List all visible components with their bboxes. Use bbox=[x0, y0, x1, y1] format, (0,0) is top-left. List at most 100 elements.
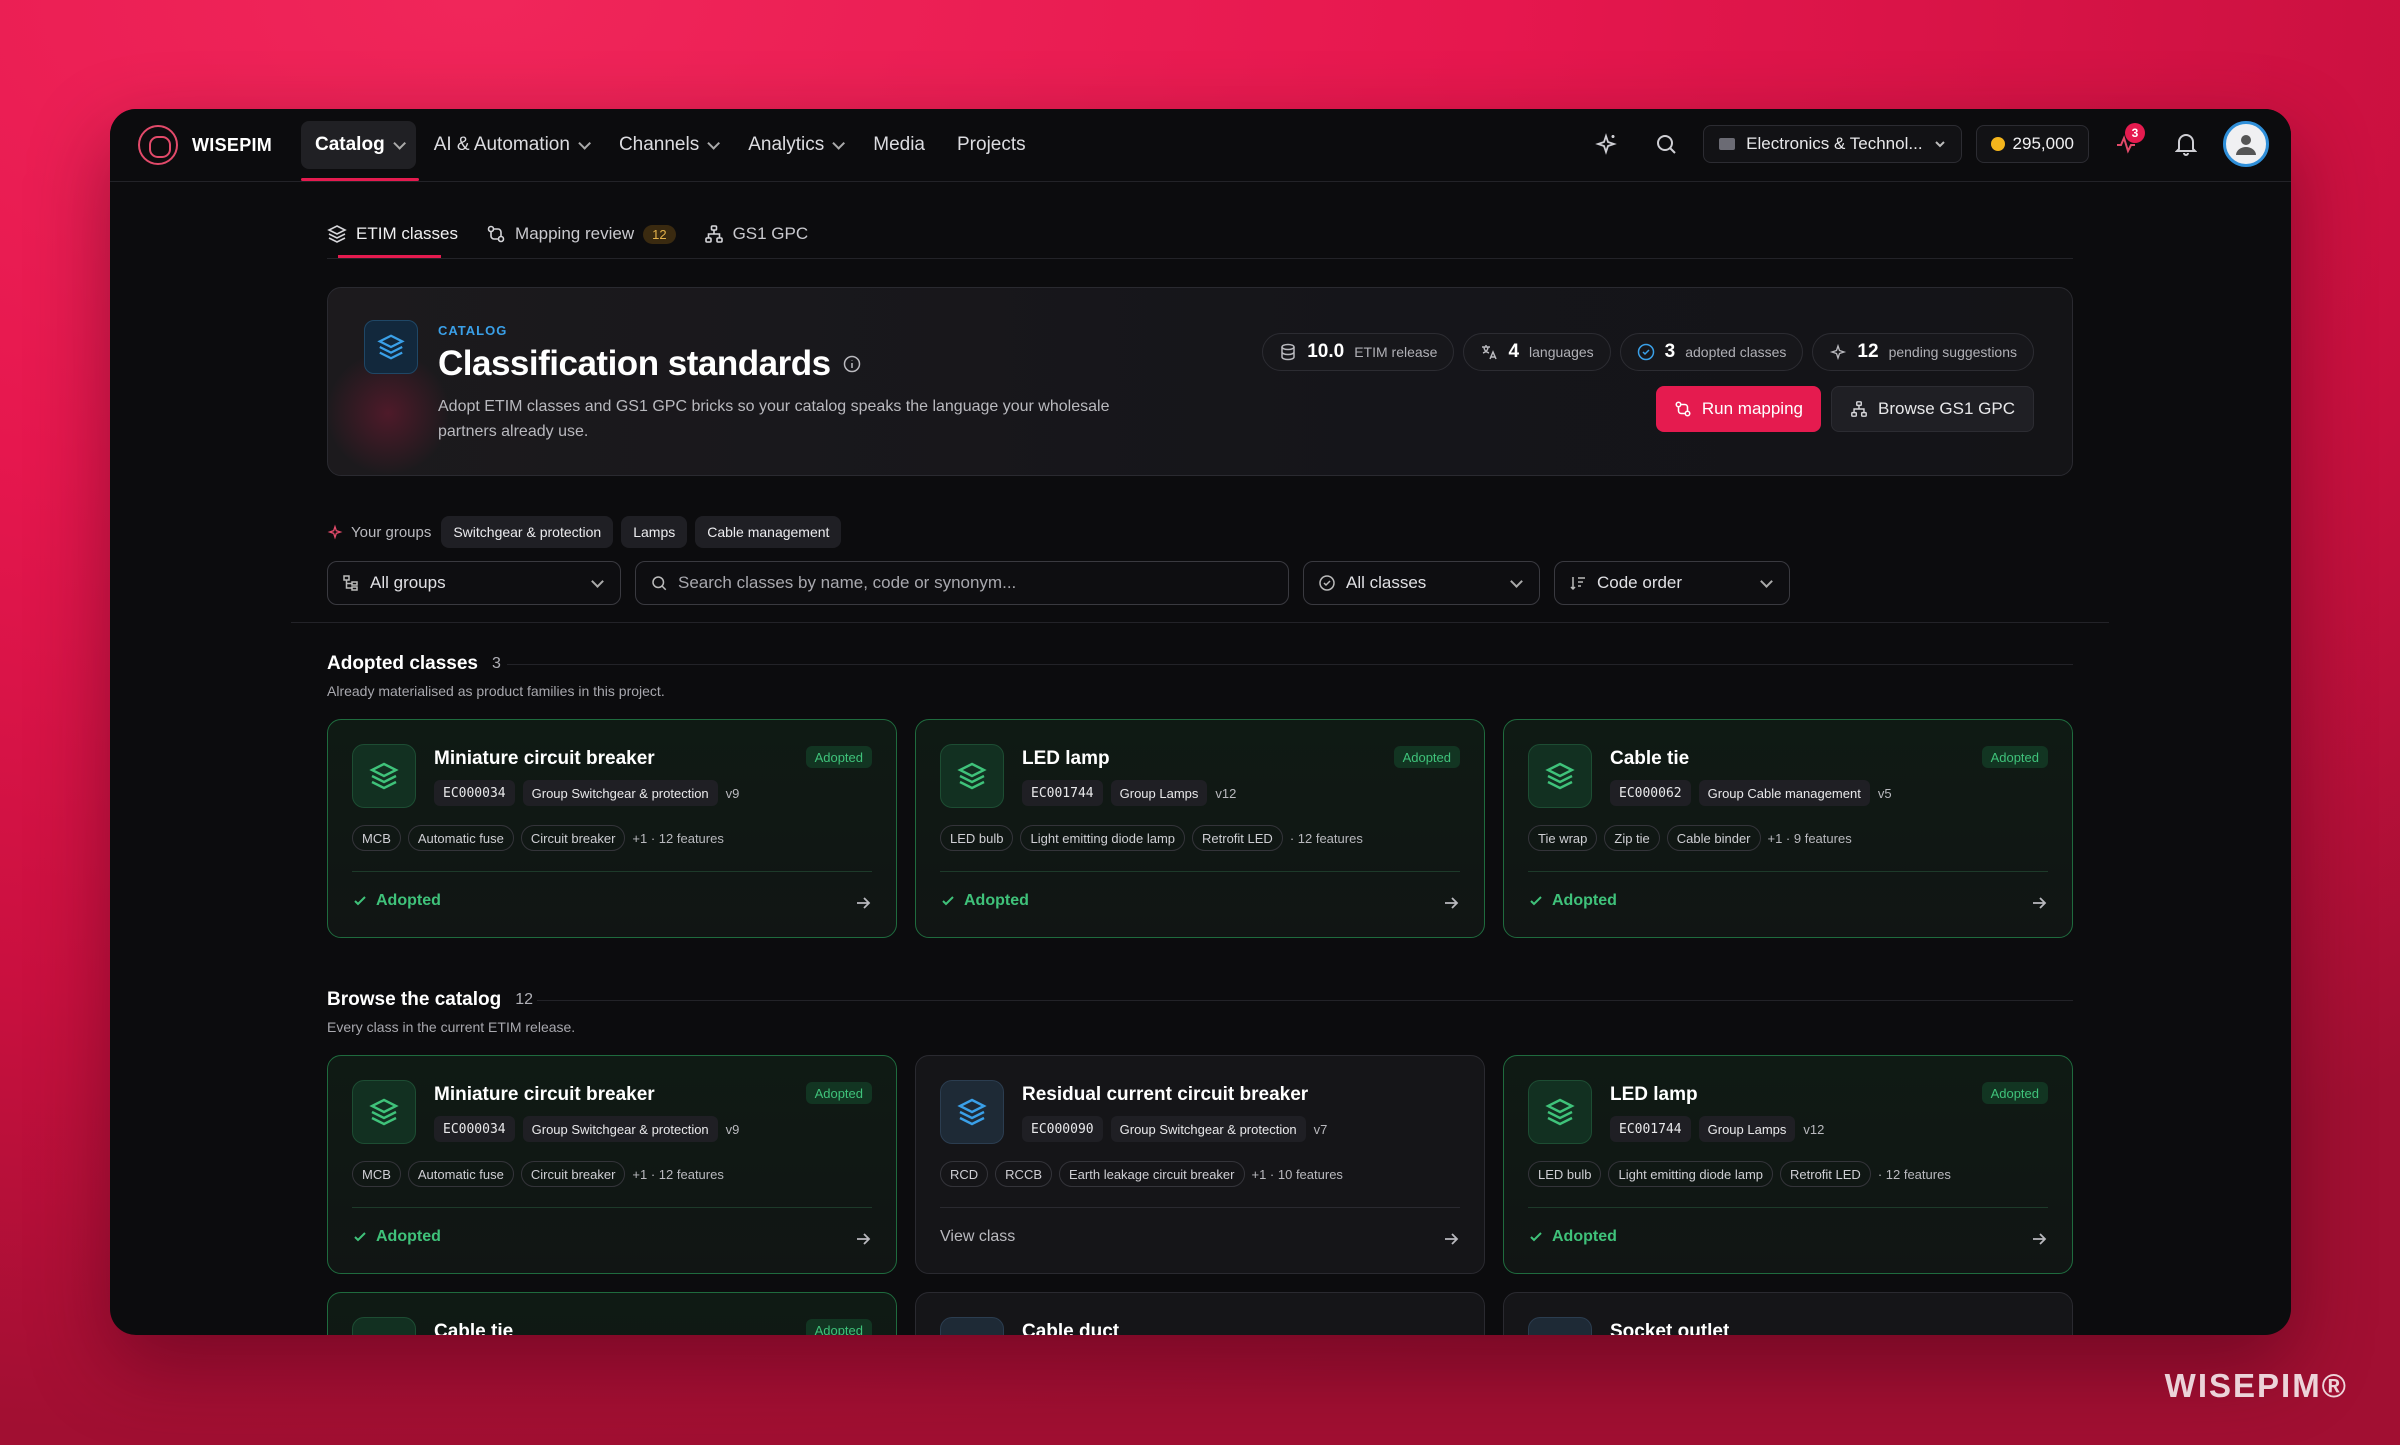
info-icon[interactable] bbox=[843, 355, 861, 373]
chevron-down-icon bbox=[392, 136, 406, 150]
card-divider bbox=[352, 871, 872, 872]
mapping-icon bbox=[487, 225, 505, 243]
filters-divider bbox=[291, 622, 2109, 623]
group-chip[interactable]: Lamps bbox=[621, 516, 688, 548]
menu-label: Channels bbox=[618, 134, 700, 155]
synonym-chip: Circuit breaker bbox=[520, 825, 626, 851]
arrow-right-icon[interactable] bbox=[1442, 1230, 1460, 1248]
search-input[interactable]: Search classes by name, code or synonym.… bbox=[635, 561, 1289, 605]
hero-eyebrow: CATALOG bbox=[438, 323, 508, 338]
class-card[interactable]: Cable tie Adopted bbox=[327, 1292, 897, 1335]
class-card[interactable]: Miniature circuit breaker Adopted EC000034… bbox=[327, 1055, 897, 1274]
layers-icon bbox=[364, 320, 418, 374]
workspace-label: Electronics & Technol... bbox=[1746, 134, 1923, 153]
card-title: Miniature circuit breaker bbox=[434, 1084, 655, 1105]
card-title: Residual current circuit breaker bbox=[1022, 1084, 1309, 1105]
menu-projects[interactable]: Projects bbox=[943, 121, 1040, 169]
synonym-chip: MCB bbox=[352, 1161, 401, 1187]
section-divider bbox=[507, 664, 2073, 665]
class-version: v5 bbox=[1877, 785, 1892, 801]
menu-label: Media bbox=[873, 134, 925, 155]
menu-analytics[interactable]: Analytics bbox=[734, 121, 855, 169]
footer-label: Adopted bbox=[376, 892, 441, 909]
notifications-button[interactable] bbox=[2163, 121, 2209, 167]
page-title-text: Classification standards bbox=[438, 344, 831, 383]
activity-button[interactable]: 3 bbox=[2103, 121, 2149, 167]
class-card[interactable]: Residual current circuit breaker EC000090… bbox=[915, 1055, 1485, 1274]
browse-gs1-button[interactable]: Browse GS1 GPC bbox=[1831, 386, 2034, 432]
sparkle-icon bbox=[1595, 133, 1618, 155]
hero-description: Adopt ETIM classes and GS1 GPC bricks so… bbox=[438, 398, 1110, 440]
class-version: v9 bbox=[725, 785, 740, 801]
footer-label: Adopted bbox=[1552, 1228, 1617, 1245]
class-card[interactable]: Cable duct bbox=[915, 1292, 1485, 1335]
class-card[interactable]: LED lamp Adopted EC001744 Group Lamps v12 LED… bbox=[1503, 1055, 2073, 1274]
menu-channels[interactable]: Channels bbox=[605, 121, 730, 169]
search-button[interactable] bbox=[1643, 121, 1689, 167]
card-divider bbox=[352, 1207, 872, 1208]
arrow-right-icon[interactable] bbox=[2030, 894, 2048, 912]
chevron-down-icon bbox=[1510, 575, 1523, 588]
stat-value: 12 bbox=[1857, 341, 1879, 362]
menu-catalog[interactable]: Catalog bbox=[301, 121, 416, 169]
class-card[interactable]: Miniature circuit breaker Adopted EC000034… bbox=[327, 719, 897, 938]
hero-stats: 10.0 ETIM release 4 languages 3 adopted cla… bbox=[1262, 333, 2034, 371]
stat-label: ETIM release bbox=[1354, 344, 1438, 360]
card-title: Cable tie bbox=[434, 1321, 514, 1335]
group-chip[interactable]: Switchgear & protection bbox=[441, 516, 614, 548]
mapping-icon bbox=[1675, 401, 1691, 417]
group-chip[interactable]: Cable management bbox=[695, 516, 842, 548]
layers-icon bbox=[352, 744, 416, 808]
adopted-status: Adopted bbox=[940, 892, 1029, 910]
tab-gs1-gpc[interactable]: GS1 GPC bbox=[704, 219, 808, 249]
synonym-more: · 12 features bbox=[1289, 830, 1363, 846]
stat-pending-suggestions: 12 pending suggestions bbox=[1812, 333, 2034, 371]
filters-bar: All groups Search classes by name, code … bbox=[327, 561, 1790, 605]
arrow-right-icon[interactable] bbox=[854, 894, 872, 912]
class-card[interactable]: Cable tie Adopted EC000062 Group Cable mana… bbox=[1503, 719, 2073, 938]
browse-section-header: Browse the catalog 12 bbox=[327, 989, 533, 1011]
tab-mapping-review[interactable]: Mapping review 12 bbox=[486, 219, 676, 249]
run-mapping-button[interactable]: Run mapping bbox=[1655, 386, 1821, 432]
card-title: Miniature circuit breaker bbox=[434, 748, 655, 769]
menu-media[interactable]: Media bbox=[859, 121, 939, 169]
synonyms: RCD RCCB Earth leakage circuit breaker +1 ·… bbox=[940, 1161, 1343, 1187]
arrow-right-icon[interactable] bbox=[2030, 1230, 2048, 1248]
arrow-right-icon[interactable] bbox=[1442, 894, 1460, 912]
tab-etim-classes[interactable]: ETIM classes bbox=[327, 219, 458, 249]
database-icon bbox=[1281, 343, 1295, 361]
chevron-down-icon bbox=[707, 136, 721, 150]
credits-display[interactable]: 295,000 bbox=[1975, 125, 2089, 163]
ai-sparkle-button[interactable] bbox=[1583, 121, 1629, 167]
synonyms: MCB Automatic fuse Circuit breaker +1 · 12 … bbox=[352, 1161, 724, 1187]
adopted-status: Adopted bbox=[352, 1228, 441, 1246]
hero-actions: Run mapping Browse GS1 GPC bbox=[1655, 386, 2034, 432]
sort-select[interactable]: Code order bbox=[1554, 561, 1790, 605]
card-title: LED lamp bbox=[1610, 1084, 1698, 1105]
user-avatar[interactable] bbox=[2223, 121, 2269, 167]
synonym-chip: Light emitting diode lamp bbox=[1020, 825, 1186, 851]
section-count: 3 bbox=[492, 655, 501, 672]
menu-label: Analytics bbox=[748, 134, 825, 155]
stat-label: languages bbox=[1529, 344, 1594, 360]
class-group: Group Cable management bbox=[1698, 780, 1870, 806]
class-group: Group Lamps bbox=[1698, 1116, 1796, 1142]
class-card[interactable]: Socket outlet bbox=[1503, 1292, 2073, 1335]
notification-badge: 3 bbox=[2125, 123, 2145, 143]
workspace-select[interactable]: Electronics & Technol... bbox=[1703, 125, 1962, 163]
view-class-link[interactable]: View class bbox=[940, 1228, 1015, 1246]
groups-filter[interactable]: All groups bbox=[327, 561, 621, 605]
logo-text: WISEPIM bbox=[192, 134, 273, 155]
card-meta: EC000034 Group Switchgear & protection v9 bbox=[434, 780, 739, 806]
menu-ai-automation[interactable]: AI & Automation bbox=[420, 121, 601, 169]
synonym-more: +1 · 12 features bbox=[632, 830, 724, 846]
tabs-divider bbox=[327, 258, 2073, 259]
check-icon bbox=[1530, 1232, 1542, 1242]
groups-label-text: Your groups bbox=[351, 523, 432, 541]
class-card[interactable]: LED lamp Adopted EC001744 Group Lamps v12 LED… bbox=[915, 719, 1485, 938]
adopted-status: Adopted bbox=[1528, 892, 1617, 910]
footer-label: Adopted bbox=[376, 1228, 441, 1245]
logo[interactable]: WISEPIM bbox=[138, 125, 272, 165]
classes-filter[interactable]: All classes bbox=[1303, 561, 1540, 605]
arrow-right-icon[interactable] bbox=[854, 1230, 872, 1248]
